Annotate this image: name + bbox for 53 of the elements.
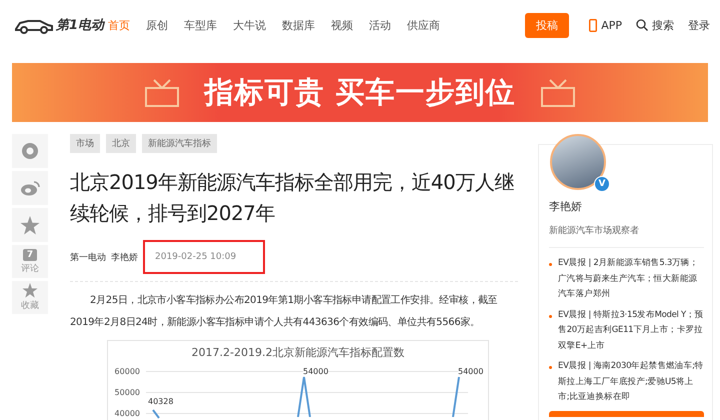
news-link[interactable]: EV晨报 | 特斯拉3·15发布Model Y；预售20万起吉利GE11下月上市；卡罗拉双擎E+上市 xyxy=(558,308,704,354)
y-axis-label: 50000 xyxy=(114,388,140,397)
share-weibo-button[interactable] xyxy=(12,171,48,205)
article-paragraph: 2月25日，北京市小客车指标办公布2019年第1期小客车指标申请配置工作安排。经审核，截至2019年2月8日24时，新能源小客车指标申请个人共有443636个有效编码、单位共有5566家。 xyxy=(70,294,498,330)
bullet-dot xyxy=(549,366,552,369)
sidebar-button[interactable] xyxy=(549,410,704,416)
nav-link[interactable]: 视频 xyxy=(331,18,353,32)
site-logo-text[interactable]: 第1电动 xyxy=(56,16,104,34)
bullet-dot xyxy=(549,263,552,266)
nav-link[interactable]: 数据库 xyxy=(282,18,315,32)
publish-date: 2019-02-25 10:09 xyxy=(143,240,266,274)
data-label: 40328 xyxy=(148,397,174,406)
line-segment xyxy=(152,409,160,419)
star-icon xyxy=(20,216,40,234)
search-icon xyxy=(636,19,648,31)
line-segment xyxy=(297,375,311,417)
tag-link[interactable]: 北京 xyxy=(106,134,136,153)
weibo-icon xyxy=(20,180,40,196)
tag-link[interactable]: 新能源汽车指标 xyxy=(142,134,217,153)
share-moments-button[interactable] xyxy=(12,134,48,168)
chart-title: 2017.2-2019.2北京新能源汽车指标配置数 xyxy=(190,345,406,360)
login-link[interactable]: 登录 xyxy=(688,18,710,32)
comment-count: 7 xyxy=(22,248,38,260)
verified-badge: V xyxy=(594,176,610,192)
nav-link[interactable]: 车型库 xyxy=(184,18,217,32)
news-link[interactable]: EV晨报 | 2月新能源车销售5.3万辆；广汽将与蔚来生产汽车；恒大新能源汽车落户郑州 xyxy=(558,256,704,302)
author-role: 新能源汽车市场观察者 xyxy=(549,224,640,237)
news-link[interactable]: EV晨报 | 海南2030年起禁售燃油车;特斯拉上海工厂年底投产;爱驰U5将上市;比亚迪换标在即 xyxy=(558,359,704,406)
article-source: 第一电动 xyxy=(70,252,106,264)
ad-banner[interactable]: 指标可贵 买车一步到位 xyxy=(12,63,708,122)
search-link[interactable]: 搜索 xyxy=(636,18,674,32)
nav-link[interactable]: 供应商 xyxy=(407,18,440,32)
data-label: 54000 xyxy=(303,367,328,376)
author-name[interactable]: 李艳娇 xyxy=(549,199,704,214)
favorite-label: 收藏 xyxy=(21,300,39,312)
shutter-icon xyxy=(21,142,39,160)
y-axis-label: 40000 xyxy=(114,409,140,418)
nav-link[interactable]: 原创 xyxy=(146,18,168,32)
banner-slogan: 指标可贵 买车一步到位 xyxy=(204,74,516,110)
line-segment xyxy=(452,375,460,417)
nav-link[interactable]: 大牛说 xyxy=(233,18,266,32)
data-label: 54000 xyxy=(458,367,484,376)
share-qzone-button[interactable] xyxy=(12,208,48,242)
phone-icon xyxy=(589,18,598,32)
star-icon xyxy=(22,283,38,298)
article-title: 北京2019年新能源汽车指标全部用完，近40万人继续轮候，排号到2027年 xyxy=(70,169,515,227)
app-link[interactable]: APP xyxy=(589,18,622,32)
tag-link[interactable]: 市场 xyxy=(70,134,100,153)
comment-label: 评论 xyxy=(21,262,39,274)
nav-link[interactable]: 活动 xyxy=(369,18,391,32)
y-axis-label: 60000 xyxy=(114,367,140,376)
article-author[interactable]: 李艳娇 xyxy=(111,250,138,264)
bullet-dot xyxy=(549,314,552,318)
